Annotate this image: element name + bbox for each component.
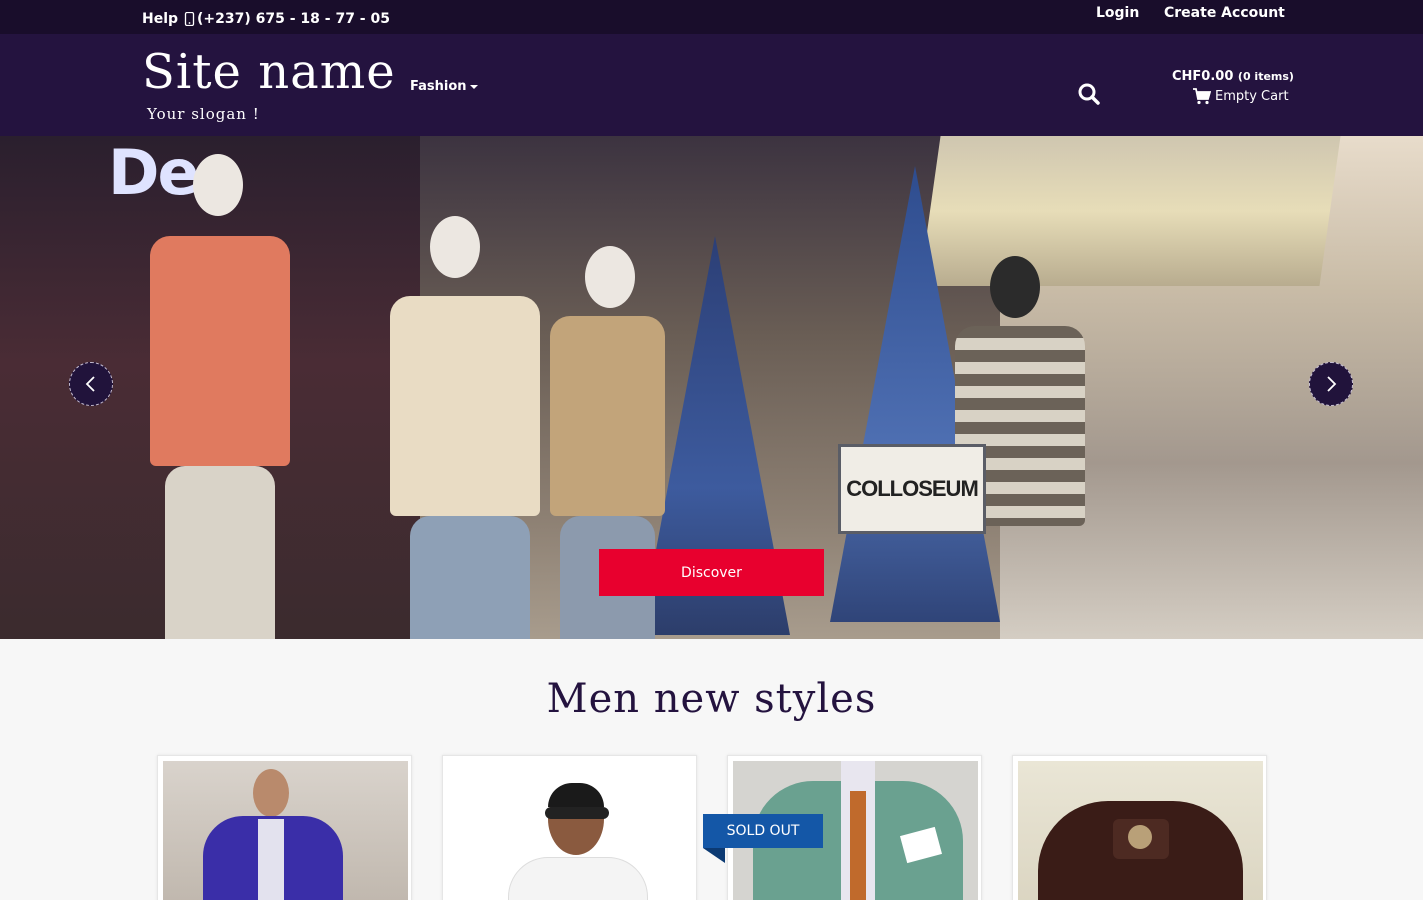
product-image[interactable] bbox=[448, 761, 693, 900]
discover-button[interactable]: Discover bbox=[599, 549, 824, 596]
mannequin-torso bbox=[390, 296, 540, 516]
search-button[interactable] bbox=[1077, 82, 1101, 106]
slider-next-button[interactable] bbox=[1309, 362, 1353, 406]
site-logo[interactable]: Site name bbox=[142, 48, 396, 96]
slider-prev-button[interactable] bbox=[69, 362, 113, 406]
site-header: Site name Your slogan ! Fashion CHF0.00 … bbox=[0, 34, 1423, 136]
help-link[interactable]: Help bbox=[142, 11, 178, 27]
cart-total: CHF0.00 bbox=[1172, 69, 1234, 84]
phone-label: (+237) 675 - 18 - 77 - 05 bbox=[197, 11, 390, 27]
cart-item-count: (0 items) bbox=[1237, 70, 1294, 83]
login-link[interactable]: Login bbox=[1096, 5, 1139, 21]
top-bar: Help (+237) 675 - 18 - 77 - 05 Login Cre… bbox=[0, 0, 1423, 34]
mannequin-head bbox=[430, 216, 480, 278]
nav-item-fashion[interactable]: Fashion bbox=[410, 79, 478, 94]
sold-out-badge: SOLD OUT bbox=[703, 814, 823, 848]
mannequin-torso bbox=[550, 316, 665, 516]
phone-icon bbox=[184, 12, 195, 26]
create-account-link[interactable]: Create Account bbox=[1164, 5, 1285, 21]
hero-ceiling bbox=[919, 136, 1341, 286]
mannequin-legs bbox=[410, 516, 530, 639]
chevron-left-icon bbox=[85, 376, 95, 392]
site-slogan: Your slogan ! bbox=[147, 105, 260, 123]
product-card[interactable] bbox=[442, 755, 697, 900]
section-title: Men new styles bbox=[546, 676, 877, 722]
nav-item-label: Fashion bbox=[410, 79, 467, 94]
product-card[interactable] bbox=[1012, 755, 1267, 900]
cart-summary[interactable]: CHF0.00 (0 items) bbox=[1172, 69, 1294, 84]
product-image[interactable] bbox=[1018, 761, 1263, 900]
product-card[interactable] bbox=[157, 755, 412, 900]
cart-link[interactable]: Empty Cart bbox=[1193, 88, 1289, 105]
chevron-right-icon bbox=[1327, 376, 1337, 392]
cart-status: Empty Cart bbox=[1215, 89, 1289, 104]
phone-number: (+237) 675 - 18 - 77 - 05 bbox=[184, 11, 390, 27]
search-icon bbox=[1078, 83, 1100, 105]
mannequin-legs bbox=[165, 466, 275, 639]
hero-plaque: COLLOSEUM bbox=[838, 444, 986, 534]
hero-slider: Dea COLLOSEUM Discover bbox=[0, 136, 1423, 639]
product-image[interactable] bbox=[163, 761, 408, 900]
sold-out-badge-tail bbox=[703, 848, 725, 863]
mannequin-torso bbox=[150, 236, 290, 466]
mannequin-head bbox=[585, 246, 635, 308]
caret-down-icon bbox=[469, 84, 478, 89]
plaque-text: COLLOSEUM bbox=[846, 476, 979, 501]
mannequin-head bbox=[990, 256, 1040, 318]
cart-icon bbox=[1193, 88, 1211, 105]
mannequin-head bbox=[193, 154, 243, 216]
